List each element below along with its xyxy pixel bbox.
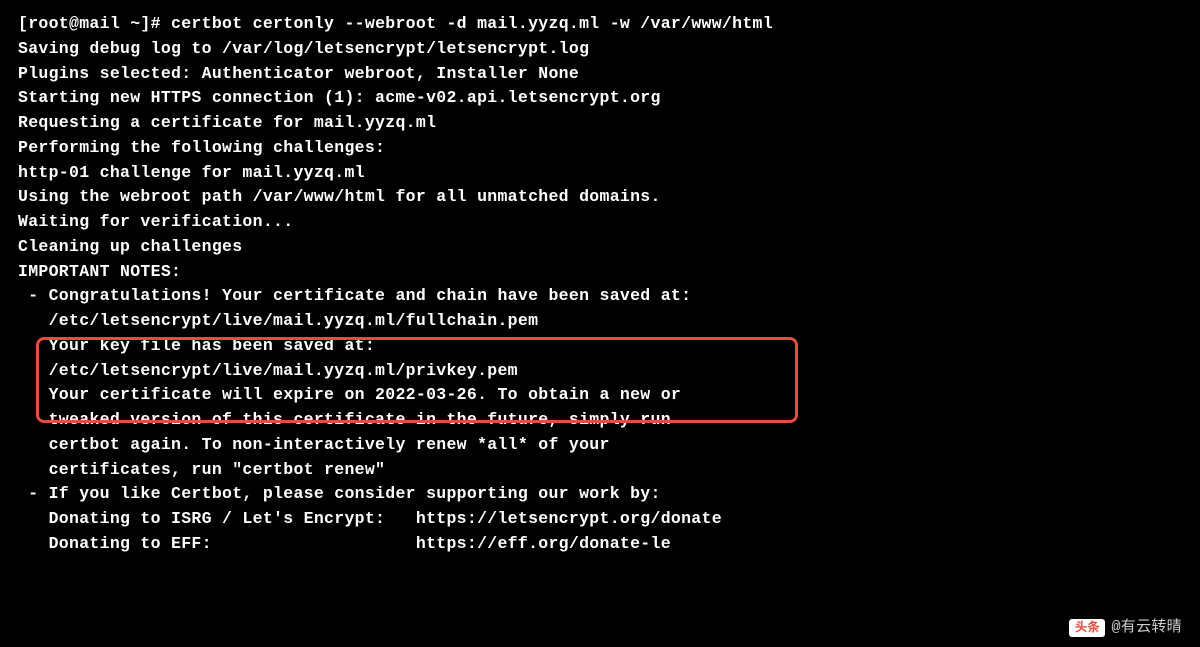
- output-line: Plugins selected: Authenticator webroot,…: [18, 62, 1182, 87]
- important-notes-header: IMPORTANT NOTES:: [18, 260, 1182, 285]
- privkey-path: /etc/letsencrypt/live/mail.yyzq.ml/privk…: [18, 359, 1182, 384]
- output-line: Performing the following challenges:: [18, 136, 1182, 161]
- donate-letsencrypt-line: Donating to ISRG / Let's Encrypt: https:…: [18, 507, 1182, 532]
- watermark: 头条 @有云转晴: [1069, 617, 1182, 640]
- shell-prompt[interactable]: [root@mail ~]#: [18, 14, 171, 33]
- output-line: Your certificate will expire on 2022-03-…: [18, 383, 1182, 408]
- output-line: Starting new HTTPS connection (1): acme-…: [18, 86, 1182, 111]
- output-line: certbot again. To non-interactively rene…: [18, 433, 1182, 458]
- terminal-output: [root@mail ~]# certbot certonly --webroo…: [18, 12, 1182, 557]
- watermark-logo-icon: 头条: [1069, 619, 1105, 637]
- output-line: - Congratulations! Your certificate and …: [18, 284, 1182, 309]
- output-line: tweaked version of this certificate in t…: [18, 408, 1182, 433]
- output-line: http-01 challenge for mail.yyzq.ml: [18, 161, 1182, 186]
- output-line: Your key file has been saved at:: [18, 334, 1182, 359]
- shell-command[interactable]: certbot certonly --webroot -d mail.yyzq.…: [171, 14, 773, 33]
- fullchain-path: /etc/letsencrypt/live/mail.yyzq.ml/fullc…: [18, 309, 1182, 334]
- output-line: - If you like Certbot, please consider s…: [18, 482, 1182, 507]
- donate-eff-line: Donating to EFF: https://eff.org/donate-…: [18, 532, 1182, 557]
- output-line: Using the webroot path /var/www/html for…: [18, 185, 1182, 210]
- output-line: Cleaning up challenges: [18, 235, 1182, 260]
- output-line: Saving debug log to /var/log/letsencrypt…: [18, 37, 1182, 62]
- output-line: certificates, run "certbot renew": [18, 458, 1182, 483]
- output-line: Waiting for verification...: [18, 210, 1182, 235]
- output-line: Requesting a certificate for mail.yyzq.m…: [18, 111, 1182, 136]
- watermark-author: @有云转晴: [1111, 617, 1182, 640]
